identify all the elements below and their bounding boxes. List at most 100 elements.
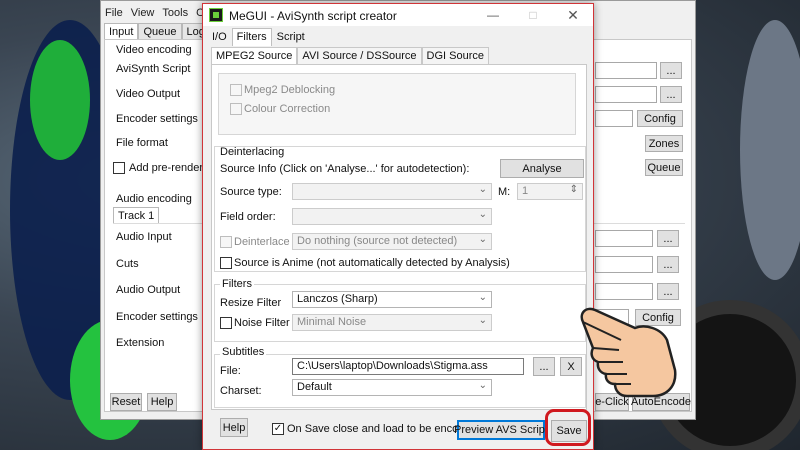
dialog-title: MeGUI - AviSynth script creator — [229, 9, 397, 23]
file-format-label: File format — [116, 137, 168, 149]
cuts-label: Cuts — [116, 258, 139, 270]
audio-output-field[interactable] — [595, 283, 653, 300]
resize-filter-select[interactable]: Lanczos (Sharp) ⌄ — [292, 291, 492, 308]
m-value: 1 — [522, 185, 529, 197]
menu-file[interactable]: File — [105, 7, 123, 23]
chevron-down-icon: ⌄ — [478, 234, 487, 245]
avisynth-script-label: AviSynth Script — [116, 63, 191, 75]
chevron-down-icon: ⌄ — [478, 209, 487, 220]
source-subtabs: MPEG2 Source AVI Source / DSSource DGI S… — [211, 47, 490, 64]
video-config-button[interactable]: Config — [637, 110, 683, 127]
close-icon[interactable]: ✕ — [553, 4, 593, 26]
tab-track-1[interactable]: Track 1 — [113, 207, 160, 224]
tab-input[interactable]: Input — [104, 23, 139, 40]
dialog-tabs: I/O Filters Script — [207, 28, 310, 46]
noise-filter-checkbox[interactable] — [220, 317, 232, 329]
megui-app-icon — [209, 8, 223, 22]
subtitle-file-value: C:\Users\laptop\Downloads\Stigma.ass — [297, 360, 488, 372]
cuts-browse-button[interactable]: ... — [657, 256, 679, 273]
main-help-button[interactable]: Help — [147, 393, 177, 411]
charset-select[interactable]: Default ⌄ — [292, 379, 492, 396]
noise-filter-value: Minimal Noise — [297, 316, 367, 328]
avisynth-script-field[interactable] — [595, 62, 657, 79]
on-save-label: On Save close and load to be encoded — [287, 423, 477, 435]
preview-avs-script-button[interactable]: Preview AVS Script — [454, 420, 548, 440]
m-stepper[interactable]: 1 ⇕ — [517, 183, 583, 200]
rider-helmet-shape — [30, 40, 90, 160]
chevron-down-icon: ⌄ — [478, 184, 487, 195]
avisynth-browse-button[interactable]: ... — [660, 62, 682, 79]
stepper-arrows-icon: ⇕ — [569, 184, 578, 195]
filters-panel: Mpeg2 Deblocking Colour Correction Deint… — [211, 64, 587, 410]
audio-encoder-settings-label: Encoder settings — [116, 311, 198, 323]
audio-input-browse-button[interactable]: ... — [657, 230, 679, 247]
zones-button[interactable]: Zones — [645, 135, 683, 152]
tab-dgi-source[interactable]: DGI Source — [421, 47, 490, 64]
m-label: M: — [498, 186, 511, 198]
dialog-titlebar: MeGUI - AviSynth script creator — □ ✕ — [203, 4, 593, 26]
colour-correction-checkbox[interactable] — [230, 103, 242, 115]
avisynth-script-creator-dialog: MeGUI - AviSynth script creator — □ ✕ I/… — [202, 3, 594, 450]
video-output-label: Video Output — [116, 88, 181, 100]
save-highlight-ring — [545, 409, 591, 446]
field-order-label: Field order: — [220, 211, 276, 223]
resize-filter-value: Lanczos (Sharp) — [297, 293, 378, 305]
video-encoding-heading: Video encoding — [116, 44, 192, 56]
source-is-anime-label: Source is Anime (not automatically detec… — [234, 257, 510, 269]
video-output-browse-button[interactable]: ... — [660, 86, 682, 103]
encoder-settings-select[interactable] — [595, 110, 633, 127]
tab-io[interactable]: I/O — [207, 28, 232, 46]
reset-button[interactable]: Reset — [110, 393, 142, 411]
queue-button[interactable]: Queue — [645, 159, 683, 176]
filters-legend: Filters — [220, 278, 254, 290]
subtitle-file-label: File: — [220, 365, 241, 377]
source-type-select[interactable]: ⌄ — [292, 183, 492, 200]
encoder-settings-label: Encoder settings — [116, 113, 198, 125]
subtitle-file-input[interactable]: C:\Users\laptop\Downloads\Stigma.ass — [292, 358, 524, 375]
mpeg2-deblocking-label: Mpeg2 Deblocking — [244, 84, 336, 96]
mpeg2-deblocking-checkbox[interactable] — [230, 84, 242, 96]
dialog-help-button[interactable]: Help — [220, 418, 248, 437]
charset-label: Charset: — [220, 385, 262, 397]
colour-correction-label: Colour Correction — [244, 103, 331, 115]
audio-input-label: Audio Input — [116, 231, 172, 243]
noise-filter-label: Noise Filter — [234, 317, 290, 329]
minimize-icon[interactable]: — — [473, 4, 513, 26]
subtitle-browse-button[interactable]: ... — [533, 357, 555, 376]
deinterlace-label: Deinterlace — [234, 236, 290, 248]
tab-filters[interactable]: Filters — [231, 28, 272, 46]
analyse-button[interactable]: Analyse — [500, 159, 584, 178]
deinterlace-method-select[interactable]: Do nothing (source not detected) ⌄ — [292, 233, 492, 250]
add-prerendering-checkbox[interactable] — [113, 162, 125, 174]
extension-label: Extension — [116, 337, 165, 349]
cuts-field[interactable] — [595, 256, 653, 273]
deinterlace-method-value: Do nothing (source not detected) — [297, 235, 458, 247]
deinterlace-checkbox[interactable] — [220, 236, 232, 248]
deinterlacing-legend: Deinterlacing — [220, 146, 285, 158]
field-order-select[interactable]: ⌄ — [292, 208, 492, 225]
maximize-icon[interactable]: □ — [513, 4, 553, 26]
audio-output-browse-button[interactable]: ... — [657, 283, 679, 300]
tab-avi-source[interactable]: AVI Source / DSSource — [297, 47, 422, 64]
video-output-field[interactable] — [595, 86, 657, 103]
source-type-label: Source type: — [220, 186, 282, 198]
menu-bar: File View Tools Op — [105, 7, 211, 23]
chevron-down-icon: ⌄ — [478, 292, 487, 303]
subtitles-legend: Subtitles — [220, 346, 267, 358]
pointing-hand-icon — [580, 307, 677, 398]
audio-input-field[interactable] — [595, 230, 653, 247]
chevron-down-icon: ⌄ — [478, 380, 487, 391]
source-is-anime-checkbox[interactable] — [220, 257, 232, 269]
menu-tools[interactable]: Tools — [162, 7, 188, 23]
source-info-label: Source Info (Click on 'Analyse...' for a… — [220, 163, 470, 175]
on-save-checkbox[interactable]: ✓ — [272, 423, 284, 435]
menu-view[interactable]: View — [131, 7, 155, 23]
tab-mpeg2-source[interactable]: MPEG2 Source — [211, 47, 298, 64]
noise-filter-select[interactable]: Minimal Noise ⌄ — [292, 314, 492, 331]
tab-queue[interactable]: Queue — [138, 23, 182, 40]
tab-script[interactable]: Script — [272, 28, 310, 46]
chevron-down-icon: ⌄ — [478, 315, 487, 326]
audio-output-label: Audio Output — [116, 284, 181, 296]
resize-filter-label: Resize Filter — [220, 297, 282, 309]
audio-encoding-heading: Audio encoding — [116, 193, 192, 205]
